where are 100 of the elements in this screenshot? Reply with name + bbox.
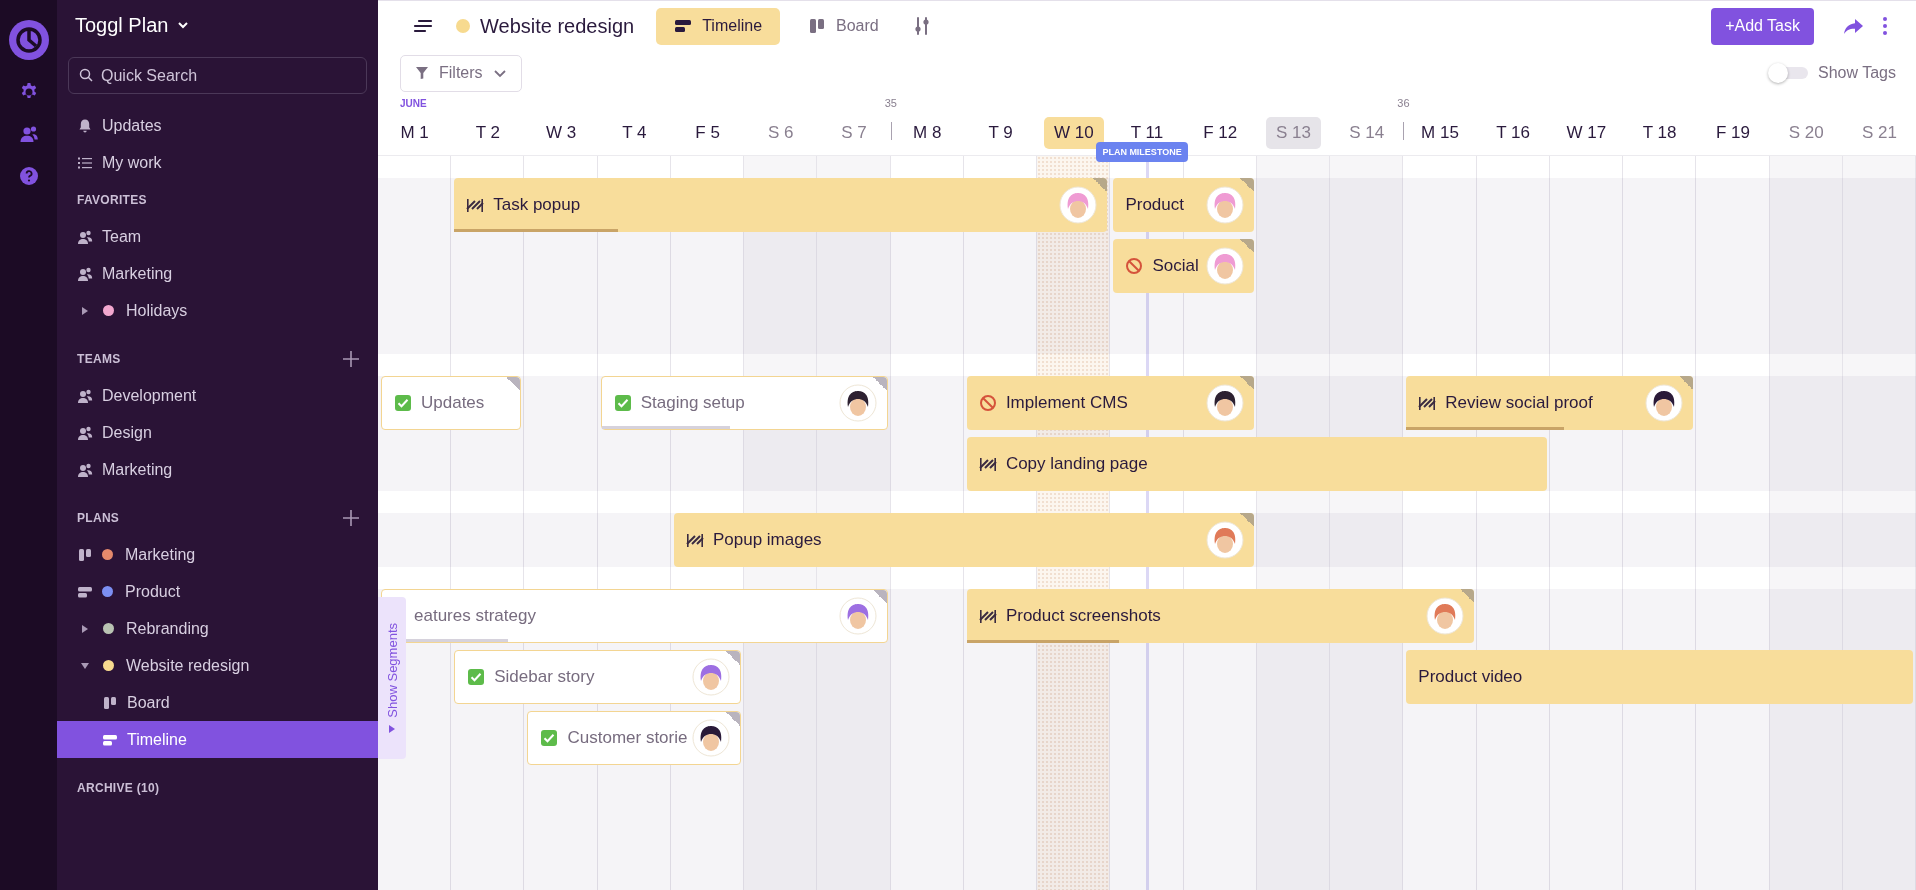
month-label: JUNE — [400, 98, 427, 109]
day-label: W 17 — [1565, 122, 1608, 144]
task-card[interactable]: Staging setup — [600, 376, 888, 430]
day-label: F 12 — [1202, 122, 1239, 144]
people-icon — [18, 124, 39, 144]
add-task-button[interactable]: +Add Task — [1711, 7, 1814, 45]
sidebar-item[interactable]: Holidays — [57, 292, 378, 329]
check-icon — [467, 668, 486, 686]
day-label: T 11 — [1129, 122, 1165, 144]
check-icon — [613, 394, 632, 412]
milestone-badge: PLAN MILESTONE — [1096, 142, 1188, 162]
help-icon — [18, 166, 39, 186]
plus-icon — [342, 349, 360, 368]
sidebar-item[interactable]: Marketing — [57, 536, 378, 573]
sidebar-item[interactable]: Marketing — [57, 255, 378, 292]
show-segments-tab[interactable]: Show Segments — [378, 597, 406, 759]
avatar — [692, 719, 731, 757]
people-icon — [77, 228, 93, 245]
task-card[interactable]: Updates — [381, 376, 522, 430]
task-title: Popup images — [712, 530, 823, 550]
archive-link[interactable]: ARCHIVE (10) — [77, 780, 160, 795]
day-label: S 6 — [767, 122, 795, 144]
section-heading: TEAMS — [77, 351, 121, 366]
plus-icon — [342, 508, 360, 527]
blocked-icon — [978, 394, 997, 412]
task-card[interactable]: Product — [1113, 178, 1254, 232]
sidebar-item[interactable]: Team — [57, 218, 378, 255]
people-button[interactable] — [18, 124, 39, 144]
avatar — [838, 384, 877, 422]
people-icon — [77, 424, 93, 441]
sidebar-item[interactable]: Board — [57, 684, 378, 721]
people-icon — [77, 461, 93, 478]
task-card[interactable]: Product video — [1406, 650, 1913, 704]
barrier-icon — [978, 455, 997, 473]
day-label: T 4 — [621, 122, 648, 144]
sidebar-item[interactable]: Marketing — [57, 451, 378, 488]
day-label: S 21 — [1860, 122, 1898, 144]
task-card[interactable]: Implement CMS — [966, 376, 1254, 430]
barrier-icon — [685, 531, 704, 549]
task-title: Review social proof — [1445, 393, 1594, 413]
day-label: M 1 — [399, 122, 430, 144]
task-card[interactable]: Review social proof — [1406, 376, 1694, 430]
help-button[interactable] — [18, 166, 39, 186]
bell-icon — [77, 117, 93, 134]
task-title: Social — [1152, 256, 1197, 276]
task-title: Sidebar story — [494, 667, 596, 687]
task-card[interactable]: Copy landing page — [966, 437, 1547, 491]
day-label: S 20 — [1787, 122, 1825, 144]
filter-icon — [415, 66, 429, 80]
sidebar-item[interactable]: Updates — [57, 107, 378, 144]
day-label: F 19 — [1714, 122, 1751, 144]
check-icon — [394, 394, 412, 412]
board-icon — [77, 546, 93, 563]
day-label: T 2 — [474, 122, 501, 144]
task-card[interactable]: Product screenshots — [966, 589, 1474, 643]
avatar — [1205, 186, 1244, 224]
toggle-switch[interactable] — [1768, 63, 1808, 83]
task-card[interactable]: Social — [1113, 239, 1254, 293]
people-icon — [77, 265, 93, 282]
view-tab[interactable]: Timeline — [656, 7, 781, 45]
day-label: S 13 — [1265, 117, 1321, 149]
barrier-icon — [1418, 394, 1437, 412]
avatar — [692, 658, 731, 696]
task-title: Task popup — [493, 195, 582, 215]
add-button[interactable] — [342, 349, 360, 368]
day-label: M 8 — [912, 122, 943, 144]
search-field[interactable]: Quick Search — [68, 57, 367, 94]
task-card[interactable]: Task popup — [454, 178, 1108, 232]
view-tab[interactable]: Board — [790, 7, 897, 45]
plan-title: Website redesign — [480, 14, 635, 38]
toggle-label: Show Tags — [1818, 64, 1896, 82]
section-heading: PLANS — [77, 510, 120, 525]
timeline-icon — [674, 17, 693, 35]
day-label: F 5 — [694, 122, 721, 144]
avatar — [1205, 247, 1244, 285]
filters-button[interactable]: Filters — [400, 54, 522, 92]
sidebar-item[interactable]: Website redesign — [57, 647, 378, 684]
task-card[interactable]: Customer storie — [527, 711, 742, 765]
sidebar-item[interactable]: Timeline — [57, 721, 378, 758]
add-button[interactable] — [342, 508, 360, 527]
board-icon — [808, 17, 827, 35]
caret-icon — [388, 725, 396, 734]
sidebar-item[interactable]: Design — [57, 414, 378, 451]
sidebar-item[interactable]: Development — [57, 377, 378, 414]
task-card[interactable]: Sidebar story — [454, 650, 742, 704]
avatar — [1205, 384, 1244, 422]
avatar — [1425, 597, 1464, 635]
week-number: 36 — [1397, 97, 1410, 109]
workspace-menu[interactable]: Toggl Plan — [57, 0, 191, 50]
task-card[interactable]: Popup images — [673, 513, 1254, 567]
avatar — [838, 597, 877, 635]
task-title: Updates — [421, 393, 486, 413]
task-title: eatures strategy — [414, 606, 537, 626]
day-label: W 3 — [544, 122, 578, 144]
people-icon — [77, 387, 93, 404]
sidebar-item[interactable]: Rebranding — [57, 610, 378, 647]
week-number: 35 — [884, 97, 897, 109]
sidebar-item[interactable]: Product — [57, 573, 378, 610]
board-icon — [102, 694, 118, 711]
sidebar-item[interactable]: My work — [57, 144, 378, 181]
